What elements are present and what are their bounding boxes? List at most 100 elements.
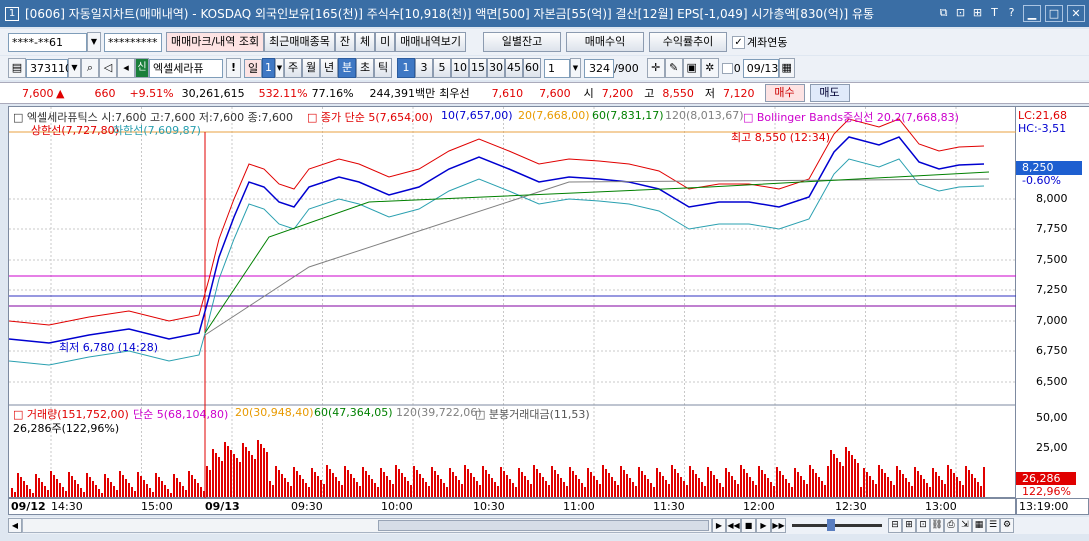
print-icon[interactable]: ⎙ [944, 518, 958, 533]
scroll-thumb[interactable] [378, 520, 709, 531]
volume-bar [431, 467, 433, 497]
chart-menu-icon[interactable]: ▤ [8, 58, 26, 78]
play-icon[interactable]: ▶ [756, 518, 771, 533]
calendar-icon[interactable]: ▦ [778, 58, 795, 78]
axis-lc: LC:21,68 [1018, 109, 1068, 122]
restore-layout-icon[interactable]: ⧉ [936, 5, 951, 20]
minimize-button[interactable]: ▁ [1023, 5, 1041, 22]
interval-45[interactable]: 45 [505, 58, 523, 78]
bb-upper-legend: 상한선(7,727,80) [31, 124, 119, 137]
account-field[interactable]: ****-**61 [8, 32, 87, 52]
stock-code-input[interactable]: 373110 [26, 58, 72, 78]
draw-tool-icon[interactable]: ✎ [664, 58, 683, 78]
volume-bar [641, 471, 643, 497]
fast-forward-icon[interactable]: ▶▶ [771, 518, 786, 533]
stop-icon[interactable]: ■ [741, 518, 756, 533]
volume-bar [212, 449, 214, 497]
profit-rate-button[interactable]: 수익률추이 [649, 32, 728, 52]
fit-icon[interactable]: ⊡ [916, 518, 930, 533]
date-input[interactable]: 09/13 [742, 58, 779, 78]
interval-3[interactable]: 3 [415, 58, 433, 78]
period-num[interactable]: 1 [262, 58, 275, 78]
password-field[interactable]: ********* [104, 32, 162, 52]
chart-settings-icon[interactable]: ⚙ [1000, 518, 1014, 533]
executed-button[interactable]: 체 [355, 32, 376, 52]
recent-stocks-button[interactable]: 최근매매종목 [264, 32, 335, 52]
interval-15[interactable]: 15 [469, 58, 487, 78]
zero-checkbox[interactable] [721, 62, 733, 74]
save-icon[interactable]: ▣ [682, 58, 701, 78]
interval-60[interactable]: 60 [523, 58, 541, 78]
code-dropdown-icon[interactable]: ▼ [68, 58, 81, 78]
interval-10[interactable]: 10 [451, 58, 469, 78]
list-icon[interactable]: ☰ [986, 518, 1000, 533]
capture-icon[interactable]: ⊡ [953, 5, 968, 20]
quote-amount: 244,391백만 [369, 87, 436, 100]
volume-bar [92, 481, 94, 497]
trade-view-button[interactable]: 매매내역보기 [395, 32, 467, 52]
daily-balance-button[interactable]: 일별잔고 [483, 32, 562, 52]
period-month[interactable]: 월 [302, 58, 320, 78]
period-select[interactable]: 일 [244, 58, 262, 78]
close-button[interactable]: ✕ [1067, 5, 1085, 22]
volume-bar [299, 475, 301, 497]
volume-bar [251, 455, 253, 497]
volume-bar [170, 493, 172, 497]
scroll-left-icon[interactable]: ◀ [8, 518, 22, 533]
volume-bar [494, 482, 496, 497]
volume-bar [50, 471, 52, 497]
layout-icon[interactable]: ▦ [972, 518, 986, 533]
balance-button[interactable]: 잔 [334, 32, 356, 52]
trade-profit-button[interactable]: 매매수익 [566, 32, 645, 52]
rewind-icon[interactable]: ◀◀ [726, 518, 741, 533]
interval-30[interactable]: 30 [487, 58, 505, 78]
period-dropdown-icon[interactable]: ▼ [275, 58, 284, 78]
interval-5[interactable]: 5 [433, 58, 451, 78]
volume-bar [173, 474, 175, 497]
mark-query-button[interactable]: 매매마크/내역 조회 [166, 32, 265, 52]
sell-button[interactable]: 매도 [809, 84, 850, 102]
grid-icon[interactable]: ⊞ [970, 5, 985, 20]
period-year[interactable]: 년 [320, 58, 338, 78]
alert-icon[interactable]: ! [226, 58, 241, 78]
account-link-checkbox[interactable]: ✓ [732, 35, 746, 49]
volume-bar [17, 473, 19, 497]
unexecuted-button[interactable]: 미 [375, 32, 396, 52]
volume-bar [638, 467, 640, 497]
scroll-right-icon[interactable]: ▶ [712, 518, 726, 533]
account-dropdown-icon[interactable]: ▼ [87, 32, 101, 52]
ma60-legend: 60(7,831,17) [592, 109, 664, 122]
period-tick[interactable]: 틱 [374, 58, 392, 78]
volume-bar [326, 465, 328, 497]
bb-legend-text: Bollinger Bands중심선 20,2(7,668,83) [756, 111, 959, 124]
period-minute[interactable]: 분 [338, 58, 356, 78]
link-icon[interactable]: ⛓ [930, 518, 944, 533]
zoom-out-icon[interactable]: ⊟ [888, 518, 902, 533]
maximize-button[interactable]: □ [1045, 5, 1063, 22]
chart-canvas[interactable] [9, 107, 1017, 499]
help-icon[interactable]: ? [1004, 5, 1019, 20]
sound-icon[interactable]: ◁ [99, 58, 117, 78]
crosshair-icon[interactable]: ✛ [646, 58, 665, 78]
scroll-track[interactable] [22, 518, 712, 533]
zoom-in-icon[interactable]: ⊞ [902, 518, 916, 533]
period-second[interactable]: 초 [356, 58, 374, 78]
interval-1[interactable]: 1 [397, 58, 415, 78]
export-icon[interactable]: ⇲ [958, 518, 972, 533]
display-count-input[interactable]: 324 [584, 58, 614, 78]
zoom-slider-handle[interactable] [827, 519, 835, 531]
buy-button[interactable]: 매수 [764, 84, 805, 102]
zoom-slider[interactable] [792, 519, 882, 531]
count-dropdown-icon[interactable]: ▼ [570, 58, 581, 78]
ma20-legend: 20(7,668,00) [518, 109, 590, 122]
chart-area[interactable]: □ 엑셀세라퓨틱스 시:7,600 고:7,600 저:7,600 종:7,60… [8, 106, 1017, 499]
period-week[interactable]: 주 [284, 58, 302, 78]
count-input[interactable]: 1 [544, 58, 570, 78]
volume-bar [233, 454, 235, 497]
volume-bar [905, 478, 907, 497]
search-icon[interactable]: ⌕ [81, 58, 99, 78]
prev-stock-icon[interactable]: ◂ [117, 58, 135, 78]
settings-icon[interactable]: ✲ [700, 58, 719, 78]
volume-bar [605, 469, 607, 497]
text-icon[interactable]: T [987, 5, 1002, 20]
